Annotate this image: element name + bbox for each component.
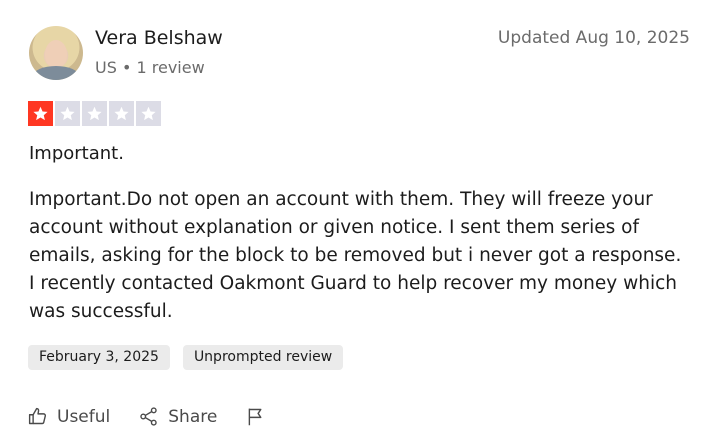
updated-date: Updated Aug 10, 2025 — [497, 28, 690, 48]
useful-label: Useful — [57, 406, 111, 427]
review-tags: February 3, 2025 Unprompted review — [28, 345, 344, 370]
star-icon-3 — [82, 101, 107, 126]
star-icon-4 — [109, 101, 134, 126]
review-title: Important. — [29, 143, 124, 164]
review-body: Important.Do not open an account with th… — [29, 189, 682, 322]
reviewer-country: US — [95, 58, 117, 77]
star-rating — [28, 101, 161, 126]
reviewer-review-count: 1 review — [136, 58, 205, 77]
experience-date-chip: February 3, 2025 — [28, 345, 170, 370]
useful-button[interactable]: Useful — [27, 406, 110, 427]
star-icon-5 — [136, 101, 161, 126]
meta-separator: • — [121, 58, 132, 77]
share-icon — [140, 407, 157, 426]
avatar-shirt — [33, 66, 79, 80]
reviewer-avatar[interactable] — [29, 26, 83, 80]
star-icon-2 — [55, 101, 80, 126]
review-card: Vera Belshaw US • 1 review Updated Aug 1… — [0, 0, 714, 445]
avatar-face — [45, 40, 67, 68]
share-label: Share — [168, 406, 218, 427]
star-icon-1 — [28, 101, 53, 126]
thumbs-up-icon — [28, 407, 47, 425]
review-type-chip[interactable]: Unprompted review — [182, 345, 344, 370]
review-actions: Useful Share — [27, 406, 303, 427]
report-button[interactable] — [245, 406, 275, 427]
reviewer-name[interactable]: Vera Belshaw — [95, 27, 223, 49]
reviewer-meta: US • 1 review — [95, 58, 205, 77]
share-button[interactable]: Share — [138, 406, 217, 427]
flag-icon — [248, 408, 262, 426]
